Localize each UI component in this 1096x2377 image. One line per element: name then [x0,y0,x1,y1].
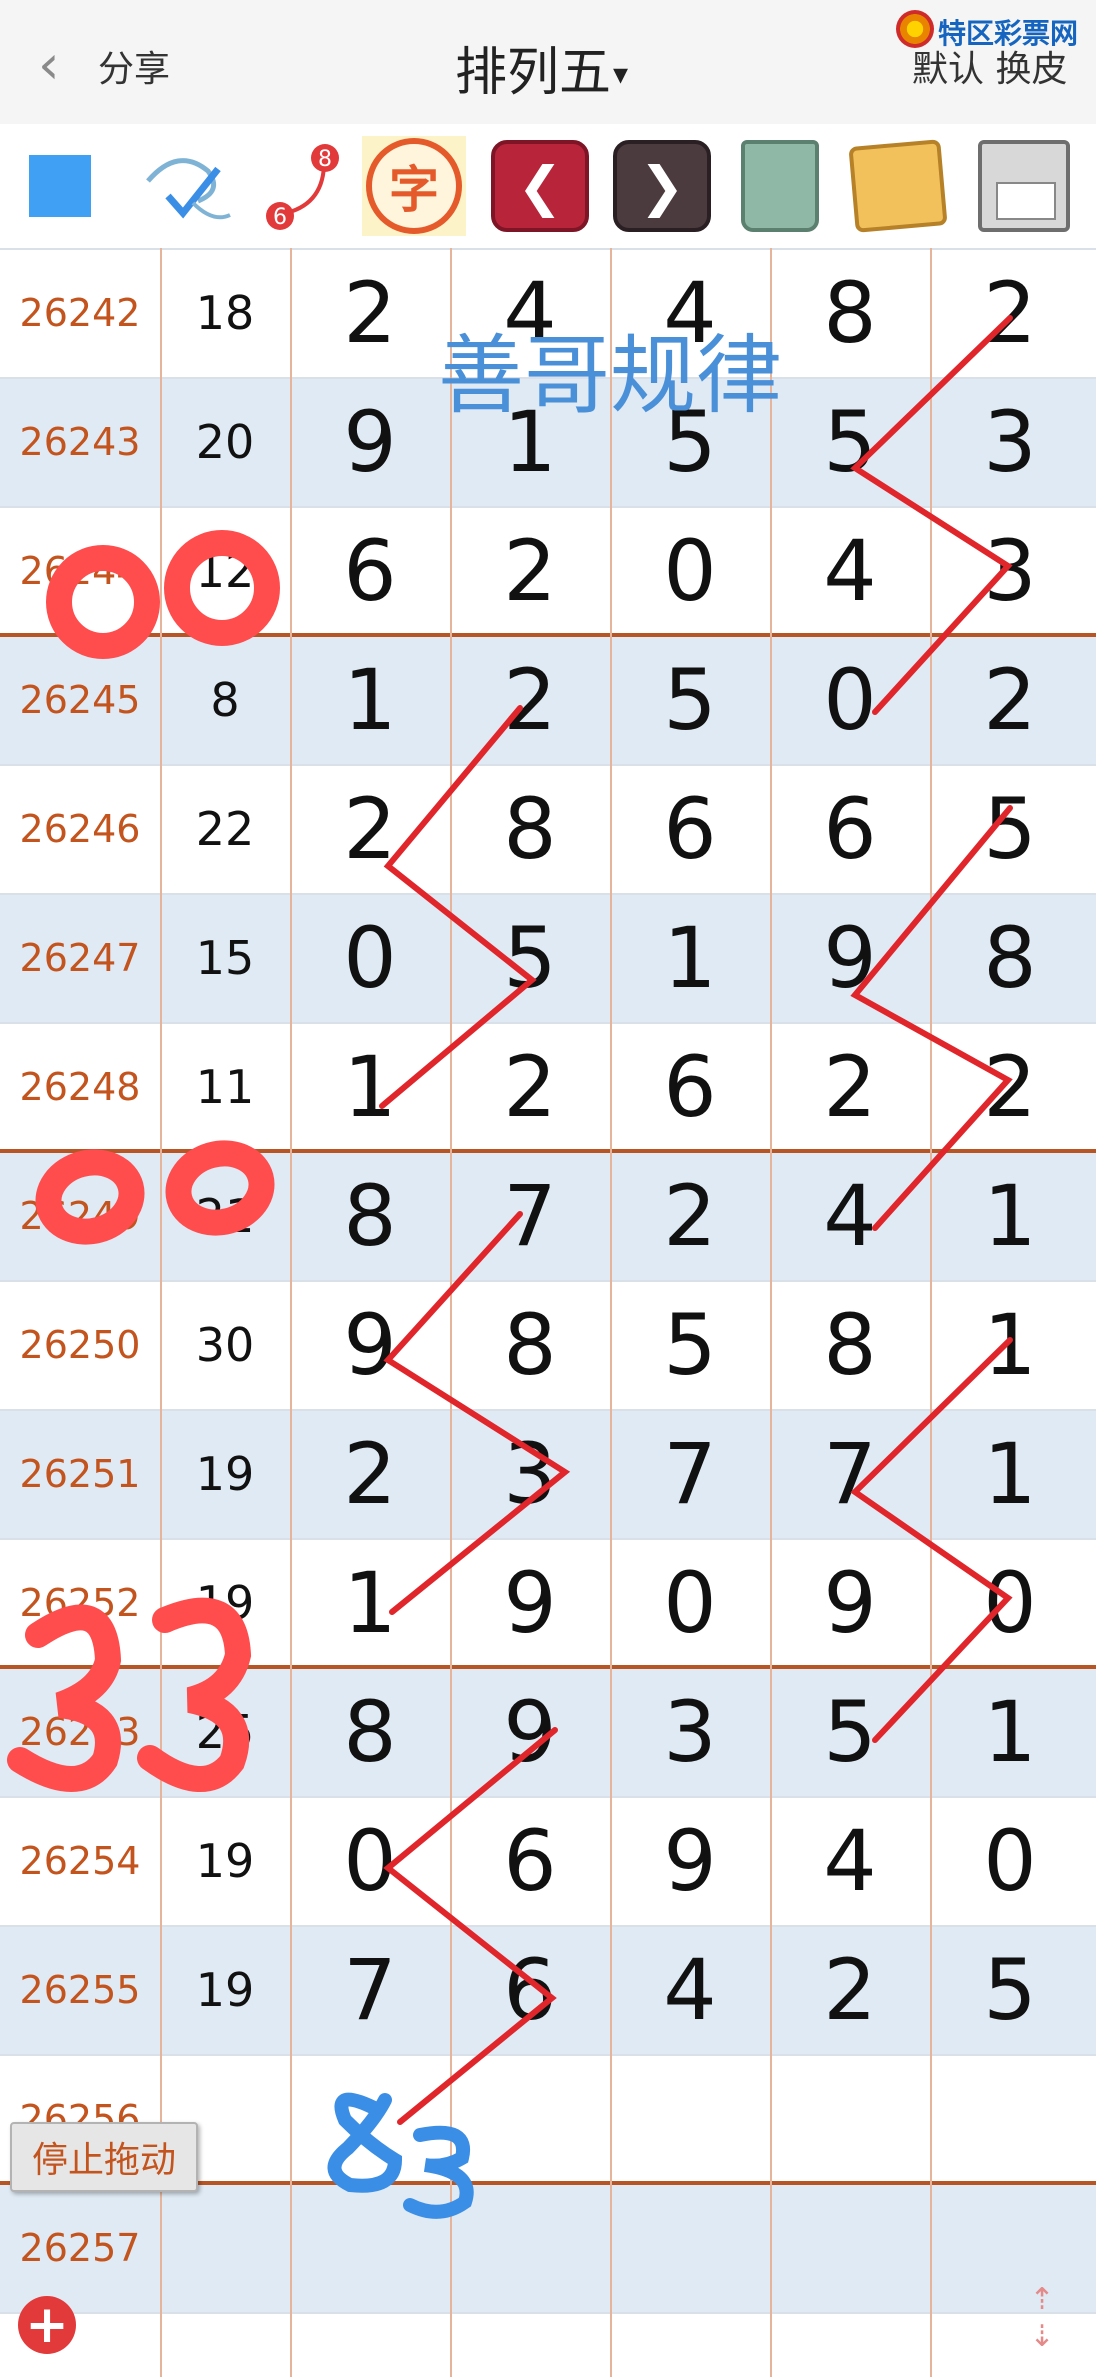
scroll-handle[interactable]: ⇡ ⇣ [1022,2282,1062,2354]
stop-drag-button[interactable]: 停止拖动 [10,2122,198,2192]
scroll-down-icon: ⇣ [1029,2319,1055,2354]
add-row-button[interactable]: + [18,2296,76,2354]
scroll-up-icon: ⇡ [1029,2282,1055,2317]
drawing-canvas[interactable]: 善哥规律 00 00 33 83 [0,0,1096,2377]
trend-lines [379,315,1013,2125]
handwritten-marks [7,530,280,1793]
blue-prediction-mark [327,2092,474,2219]
watermark-text: 善哥规律 [438,326,782,426]
